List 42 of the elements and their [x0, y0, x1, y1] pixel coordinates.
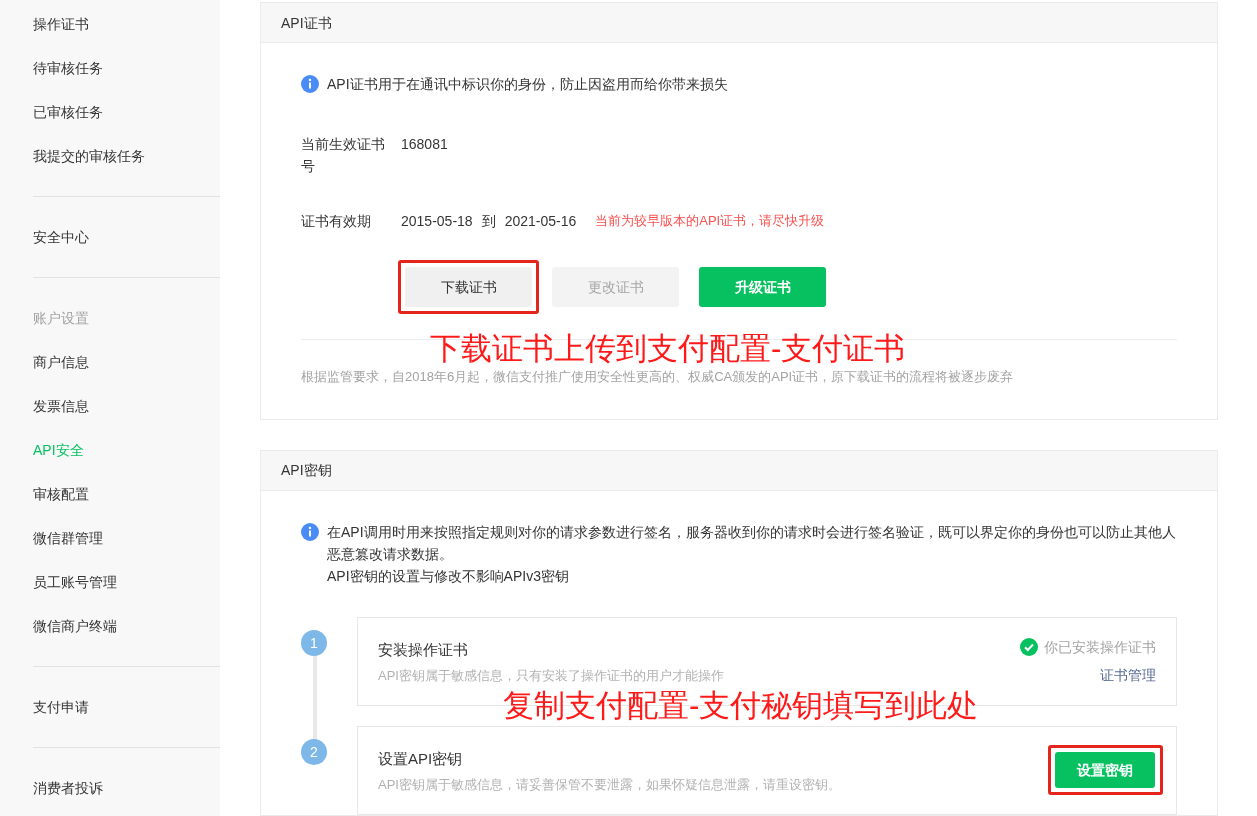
button: 更改证书 [552, 267, 679, 307]
sidebar-item[interactable]: 已审核任务 [33, 90, 103, 134]
date-text: 2015-05-18 [401, 212, 473, 231]
link[interactable]: 证书管理 [1100, 665, 1156, 685]
card-title: API密钥 [281, 461, 332, 480]
field-label: 当前生效证书号 [301, 135, 386, 176]
step-description: API密钥属于敏感信息，只有安装了操作证书的用户才能操作 [378, 666, 724, 685]
info-text: API证书用于在通讯中标识你的身份，防止因盗用而给你带来损失 [327, 75, 728, 94]
sidebar-item[interactable]: 安全中心 [33, 215, 89, 259]
info-text: API密钥的设置与修改不影响APIv3密钥 [327, 566, 570, 586]
sidebar-heading: 账户设置 [33, 309, 89, 328]
sidebar-item[interactable]: 发票信息 [33, 384, 89, 428]
sidebar-item[interactable]: 员工账号管理 [33, 560, 117, 604]
separator-text: 到 [481, 212, 496, 231]
step-title: 设置API密钥 [378, 749, 464, 769]
footnote-text: 根据监管要求，自2018年6月起，微信支付推广使用安全性更高的、权威CA颁发的API证书，原下载证书的流程将被逐步废弃 [301, 368, 1014, 386]
field-label: 证书有效期 [301, 212, 372, 231]
warning-text: 当前为较早版本的API证书，请尽快升级 [595, 211, 825, 230]
info-icon [301, 75, 319, 93]
annotation-text: 下载证书上传到支付配置-支付证书 [430, 330, 906, 368]
sidebar-item[interactable]: 审核配置 [33, 472, 89, 516]
check-icon [1020, 638, 1038, 656]
sidebar-item[interactable]: 消费者投诉 [33, 766, 103, 810]
step-description: API密钥属于敏感信息，请妥善保管不要泄露，如果怀疑信息泄露，请重设密钥。 [378, 775, 841, 794]
date-text: 2021-05-16 [504, 212, 577, 231]
sidebar-item[interactable]: 微信商户终端 [33, 604, 117, 648]
info-text: 在API调用时用来按照指定规则对你的请求参数进行签名，服务器收到你的请求时会进行签名验证，既可以界定你的身份也可以防止其他人恶意篡改请求数据。 [327, 522, 1177, 564]
sidebar-item[interactable]: 待审核任务 [33, 46, 103, 90]
sidebar-item[interactable]: 商户信息 [33, 340, 89, 384]
step-number: 1 [301, 629, 327, 656]
step-title: 安装操作证书 [378, 640, 469, 660]
step-number: 2 [301, 738, 327, 765]
field-value: 168081 [401, 135, 448, 154]
annotation-text: 复制支付配置-支付秘钥填写到此处 [503, 687, 979, 725]
sidebar-item[interactable]: 支付申请 [33, 685, 89, 729]
card-title: API证书 [281, 13, 332, 33]
sidebar-item[interactable]: 微信群管理 [33, 516, 103, 560]
sidebar-item[interactable]: 操作证书 [33, 2, 89, 46]
info-icon [301, 522, 319, 541]
button[interactable]: 下载证书 [405, 267, 532, 307]
status-text: 你已安装操作证书 [1044, 638, 1156, 657]
sidebar-item[interactable]: 我提交的审核任务 [33, 134, 145, 178]
